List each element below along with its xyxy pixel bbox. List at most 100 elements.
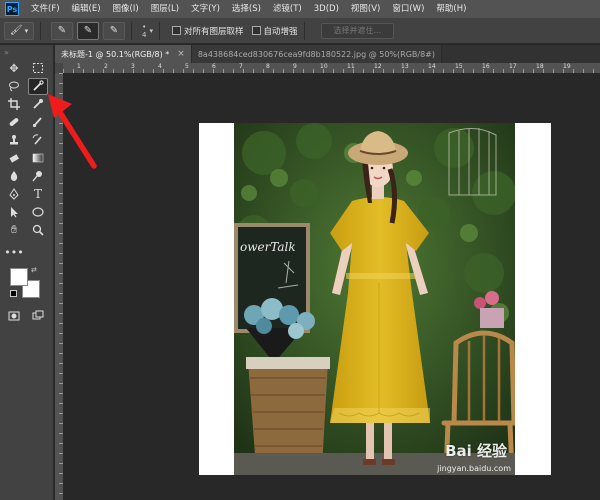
menu-layer[interactable]: 图层(L) [145,0,185,18]
quick-selection-icon [33,80,44,91]
menu-filter[interactable]: 滤镜(T) [267,0,308,18]
menu-help[interactable]: 帮助(H) [430,0,472,18]
zoom-tool[interactable] [28,222,48,239]
baidu-watermark: Bai 经验 [445,442,507,460]
tool-preset-picker[interactable]: 🖌︎ ▾ [4,21,34,40]
healing-brush-tool[interactable] [4,114,24,131]
ruler-tick-label: 17 [509,63,517,70]
menu-edit[interactable]: 编辑(E) [66,0,107,18]
menu-window[interactable]: 窗口(W) [386,0,430,18]
menu-image[interactable]: 图像(I) [107,0,145,18]
blur-tool[interactable] [4,168,24,185]
divider [158,21,160,40]
ruler-tick-label: 11 [347,63,355,70]
menu-view[interactable]: 视图(V) [345,0,386,18]
ellipse-tool[interactable] [28,204,48,221]
dodge-icon [32,171,42,182]
sample-all-layers-label: 对所有图层取样 [183,26,244,37]
quick-selection-tool[interactable] [28,77,48,95]
ellipse-icon [32,207,44,217]
ruler-tick-label: 2 [104,63,108,70]
lasso-tool[interactable] [4,78,24,95]
brush-icon [32,117,42,128]
brush-size-picker[interactable]: • 4 [142,23,146,39]
ruler-origin[interactable] [55,63,63,73]
quick-mask-button[interactable] [4,308,24,325]
auto-enhance-checkbox[interactable] [251,26,261,35]
ruler-tick-label: 12 [374,63,382,70]
screen-mode-button[interactable] [28,308,48,325]
foreground-color-swatch[interactable] [10,268,28,286]
select-and-mask-button[interactable]: 选择并遮住... [320,22,395,39]
watermark-url: jingyan.baidu.com [437,464,511,473]
ruler-tick-label: 9 [293,63,297,70]
chevron-down-icon[interactable]: ▾ [149,27,153,35]
quick-mask-icon [8,311,20,321]
pen-tool[interactable] [4,186,24,203]
quick-selection-icon: 🖌︎ [9,25,23,36]
edit-toolbar-button[interactable]: ••• [4,244,24,261]
lasso-icon [9,81,19,92]
menu-select[interactable]: 选择(S) [226,0,267,18]
tab-untitled[interactable]: 未标题-1 @ 50.1%(RGB/8) * × [55,45,192,63]
horizontal-ruler[interactable]: 1 2 3 4 5 6 7 8 9 10 11 12 13 14 15 16 17 18 19 [63,63,600,73]
dodge-tool[interactable] [28,168,48,185]
crop-tool[interactable] [4,96,24,113]
brush-tool[interactable] [28,114,48,131]
brush-add-icon: ✎ [83,25,93,36]
ruler-tick-label: 5 [185,63,189,70]
swap-colors-icon[interactable]: ⇄ [31,266,37,274]
ruler-tick-label: 3 [131,63,135,70]
path-selection-tool[interactable] [4,204,24,221]
divider [40,21,41,40]
default-colors-icon[interactable] [10,290,17,297]
document-tabs: 未标题-1 @ 50.1%(RGB/8) * × 8a438684ced8306… [55,45,600,63]
gradient-tool[interactable] [28,150,48,167]
menu-3d[interactable]: 3D(D) [308,0,345,18]
add-to-selection-button[interactable]: ✎ [77,21,99,40]
hand-tool[interactable]: ✋︎ [4,222,24,239]
ruler-tick-label: 7 [239,63,243,70]
menu-bar: Ps 文件(F) 编辑(E) 图像(I) 图层(L) 文字(Y) 选择(S) 滤… [0,0,600,18]
brush-size-value: 4 [142,30,147,39]
eraser-icon [9,154,19,163]
tab-photo-jpg[interactable]: 8a438684ced830676cea9fd8b180522.jpg @ 50… [191,45,442,63]
chevron-down-icon: ▾ [24,26,29,35]
stamp-icon [10,135,18,145]
crop-icon [8,98,20,110]
type-icon: T [33,187,42,201]
arrow-pointer-icon [11,207,18,218]
move-tool[interactable]: ✥ [4,60,24,77]
ruler-tick-label: 19 [563,63,571,70]
vertical-ruler[interactable] [55,73,63,500]
tab-label: 8a438684ced830676cea9fd8b180522.jpg @ 50… [197,49,435,59]
eyedropper-tool[interactable] [28,96,48,113]
new-selection-button[interactable]: ✎ [51,21,73,40]
panel-grip[interactable]: » [0,45,53,59]
document-canvas[interactable]: owerTalk Bai 经验 jingyan.baidu.com [199,123,551,475]
marquee-tool[interactable] [28,60,48,77]
ruler-tick-label: 16 [482,63,490,70]
auto-enhance-label: 自动增强 [263,26,298,37]
ruler-tick-label: 8 [266,63,270,70]
ruler-tick-label: 14 [428,63,436,70]
eyedropper-icon [33,99,43,109]
type-tool[interactable]: T [28,186,48,203]
menu-file[interactable]: 文件(F) [25,0,66,18]
history-brush-tool[interactable] [28,132,48,149]
subtract-from-selection-button[interactable]: ✎ [103,21,125,40]
sample-all-layers-checkbox[interactable] [171,26,181,35]
close-icon[interactable]: × [177,49,185,59]
zoom-icon [32,224,44,236]
eraser-tool[interactable] [4,150,24,167]
clone-stamp-tool[interactable] [4,132,24,149]
tools-panel: » ✥ T ✋︎ ••• ⇄ [0,45,54,500]
photoshop-logo: Ps [5,2,19,16]
ruler-tick-label: 18 [536,63,544,70]
brush-subtract-icon: ✎ [109,25,119,36]
bandage-icon [9,118,19,126]
photo-layer[interactable]: owerTalk Bai 经验 jingyan.baidu.com [234,123,515,475]
canvas-workspace[interactable]: owerTalk Bai 经验 jingyan.baidu.com [63,73,600,500]
ruler-tick-label: 10 [320,63,328,70]
menu-type[interactable]: 文字(Y) [185,0,226,18]
